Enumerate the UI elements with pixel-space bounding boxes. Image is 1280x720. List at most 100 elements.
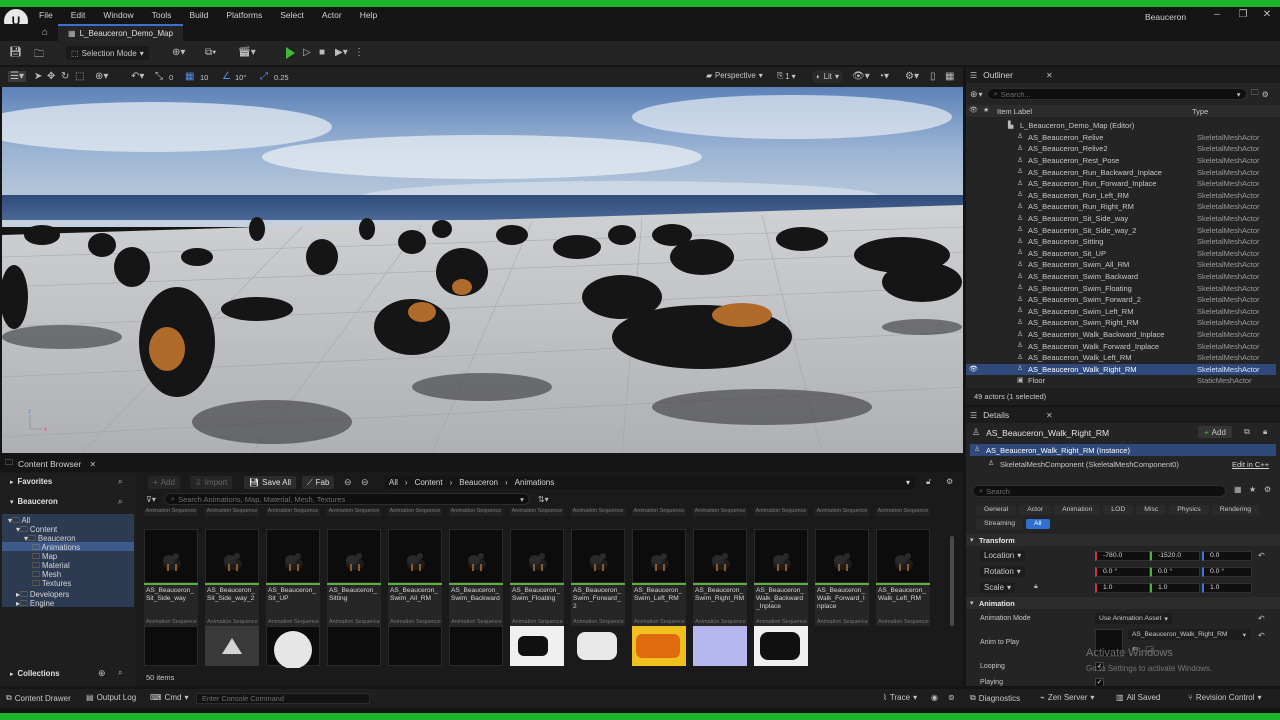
texture-thumb-4[interactable] bbox=[693, 626, 747, 666]
menu-actor[interactable]: Actor bbox=[313, 10, 351, 20]
rotation-y-field[interactable]: 0.0 ° bbox=[1150, 567, 1200, 577]
outliner-row[interactable]: 👁︎ ♙ AS_Beauceron_Walk_Right_RM SkeletalMes… bbox=[966, 363, 1276, 376]
rotation-snap-value[interactable]: 10° bbox=[235, 73, 246, 82]
cmd-dropdown[interactable]: ⌨ Cmd ▾ bbox=[150, 693, 188, 702]
show-flags-icon[interactable]: 👁︎▾ bbox=[852, 71, 870, 82]
menu-file[interactable]: File bbox=[30, 10, 62, 20]
outliner-row[interactable]: ♙ AS_Beauceron_Sit_UP SkeletalMeshActor bbox=[966, 248, 1276, 260]
snap-angle-value[interactable]: 0 bbox=[169, 73, 173, 82]
trace-dropdown[interactable]: ⌇ Trace ▾ bbox=[883, 693, 917, 702]
translate-tool-icon[interactable]: ✥ bbox=[47, 71, 55, 82]
outliner-settings-icon[interactable]: ⚙ bbox=[1262, 90, 1269, 99]
details-component-row[interactable]: ♙ SkeletalMeshComponent (SkeletalMeshCom… bbox=[970, 458, 1276, 470]
asset-thumb-row2-6[interactable] bbox=[449, 626, 503, 666]
outliner-search-input[interactable]: ⌕ Search... ▾ bbox=[986, 88, 1247, 100]
content-search-input[interactable]: ⌕ Search Animations, Map, Material, Mesh,… bbox=[163, 493, 530, 505]
asset-tile[interactable]: AS_Beauceron_Sit_UP Animation Sequence bbox=[266, 529, 320, 626]
outliner-row[interactable]: ♙ AS_Beauceron_Run_Forward_Inplace Skeleta… bbox=[966, 178, 1276, 190]
rotation-x-field[interactable]: 0.0 ° bbox=[1095, 567, 1150, 577]
path-dropdown-icon[interactable]: ▾ bbox=[906, 478, 910, 487]
asset-tile[interactable]: AS_Beauceron_Swim_All_RM Animation Sequen… bbox=[388, 529, 442, 626]
settings-icon[interactable]: ⚙▾ bbox=[905, 71, 919, 82]
outliner-row[interactable]: ♙ AS_Beauceron_Swim_Floating SkeletalMeshA… bbox=[966, 282, 1276, 294]
details-search-input[interactable]: ⌕ Search bbox=[972, 485, 1226, 497]
surface-snap-icon[interactable]: ↶▾ bbox=[131, 71, 144, 82]
tab-level-map[interactable]: ▦ L_Beauceron_Demo_Map bbox=[58, 24, 183, 41]
anim-reset-icon[interactable]: ↶ bbox=[1258, 631, 1265, 640]
split-view-icon[interactable]: ▯ bbox=[930, 71, 936, 82]
outliner-root-row[interactable]: ▙ L_Beauceron_Demo_Map (Editor) bbox=[966, 120, 1276, 132]
scale-snap-icon[interactable]: ⤢ bbox=[260, 71, 268, 82]
history-forward-icon[interactable]: ⊖ bbox=[361, 477, 369, 488]
breadcrumb-all[interactable]: All bbox=[389, 478, 398, 487]
rotate-tool-icon[interactable]: ↻ bbox=[61, 71, 69, 82]
texture-thumb-1[interactable] bbox=[510, 626, 564, 666]
column-item-label[interactable]: Item Label bbox=[997, 107, 1032, 116]
breadcrumb-animations[interactable]: Animations bbox=[515, 478, 555, 487]
add-button[interactable]: + Add bbox=[148, 476, 180, 489]
sort-icon[interactable]: ⇅▾ bbox=[538, 495, 549, 504]
menu-build[interactable]: Build bbox=[180, 10, 217, 20]
rotation-z-field[interactable]: 0.0 ° bbox=[1202, 567, 1252, 577]
scale-y-field[interactable]: 1.0 bbox=[1150, 583, 1200, 593]
property-matrix-icon[interactable]: ▦ bbox=[1234, 485, 1242, 494]
filter-tab-lod[interactable]: LOD bbox=[1103, 505, 1134, 515]
outliner-add-icon[interactable]: ⊕ bbox=[970, 89, 978, 100]
details-settings-icon[interactable]: ⚙ bbox=[1264, 485, 1271, 494]
level-viewport[interactable]: z x bbox=[2, 87, 963, 453]
asset-scrollbar[interactable] bbox=[950, 508, 956, 668]
outliner-row[interactable]: ♙ AS_Beauceron_Relive2 SkeletalMeshActor bbox=[966, 143, 1276, 155]
perspective-dropdown[interactable]: ▰ Perspective ▾ bbox=[706, 71, 763, 80]
scale-x-field[interactable]: 1.0 bbox=[1095, 583, 1150, 593]
grid-snap-value[interactable]: 10 bbox=[200, 73, 208, 82]
outliner-row[interactable]: ♙ AS_Beauceron_Walk_Backward_Inplace Skele… bbox=[966, 329, 1276, 341]
favorites-icon[interactable]: ★ bbox=[1249, 485, 1256, 494]
filter-tab-all[interactable]: All bbox=[1025, 519, 1050, 529]
scale-lock-icon[interactable]: 🔒︎ bbox=[1034, 583, 1038, 591]
outliner-row[interactable]: ♙ AS_Beauceron_Swim_All_RM SkeletalMeshAct… bbox=[966, 259, 1276, 271]
history-back-icon[interactable]: ⊖ bbox=[344, 477, 352, 488]
rotation-snap-icon[interactable]: ∠ bbox=[222, 71, 231, 82]
view-count-dropdown[interactable]: ⎘ 1 ▾ bbox=[777, 71, 796, 81]
menu-window[interactable]: Window bbox=[94, 10, 142, 20]
filter-tab-streaming[interactable]: Streaming bbox=[976, 519, 1023, 529]
asset-tile[interactable]: AS_Beauceron_Sit_Side_way_2 Animation Seq… bbox=[205, 529, 259, 626]
add-actor-icon[interactable]: ⊕▾ bbox=[172, 47, 185, 58]
details-add-button[interactable]: + Add bbox=[1198, 426, 1232, 438]
breadcrumb-content[interactable]: Content bbox=[415, 478, 443, 487]
save-all-button[interactable]: 💾︎ Save All bbox=[244, 476, 297, 489]
asset-tile[interactable]: AS_Beauceron_Walk_Backward_Inplace Animat… bbox=[754, 529, 808, 626]
select-tool-icon[interactable]: ➤ bbox=[34, 71, 42, 82]
grid-snap-icon[interactable]: ▦ bbox=[185, 71, 194, 82]
transform-section-header[interactable]: ▾ Transform bbox=[966, 534, 1280, 546]
visibility-column-icon[interactable]: 👁︎ bbox=[969, 106, 978, 114]
location-dropdown[interactable]: Location ▾ bbox=[980, 550, 1026, 561]
asset-thumb-row2-5[interactable] bbox=[388, 626, 442, 666]
lock-icon[interactable]: 🔒︎ bbox=[1263, 427, 1267, 437]
outliner-row[interactable]: ♙ AS_Beauceron_Run_Backward_Inplace Skelet… bbox=[966, 166, 1276, 178]
outliner-row[interactable]: ♙ AS_Beauceron_Swim_Backward SkeletalMeshA… bbox=[966, 271, 1276, 283]
location-z-field[interactable]: 0.0 bbox=[1202, 551, 1252, 561]
home-icon[interactable]: ⌂ bbox=[42, 27, 48, 38]
maximize-icon[interactable]: ❐ bbox=[1236, 9, 1250, 20]
outliner-row[interactable]: ▣ Floor StaticMeshActor bbox=[966, 375, 1276, 387]
favorites-section[interactable]: ▸ Favorites bbox=[10, 477, 52, 486]
asset-tile[interactable]: AS_Beauceron_Swim_Forward_2 Animation Seq… bbox=[571, 529, 625, 626]
menu-select[interactable]: Select bbox=[271, 10, 313, 20]
filter-tab-animation[interactable]: Animation bbox=[1054, 505, 1101, 515]
asset-tile[interactable]: AS_Beauceron_Swim_Left_RM Animation Seque… bbox=[632, 529, 686, 626]
lock-path-icon[interactable]: 🔓︎ bbox=[926, 477, 931, 487]
content-icon[interactable]: 🗀︎ bbox=[34, 47, 44, 64]
tree-engine[interactable]: ▸🗀︎ Engine bbox=[16, 598, 54, 611]
filter-tab-actor[interactable]: Actor bbox=[1019, 505, 1052, 515]
outliner-row[interactable]: ♙ AS_Beauceron_Walk_Forward_Inplace Skelet… bbox=[966, 340, 1276, 352]
location-reset-icon[interactable]: ↶ bbox=[1258, 551, 1265, 560]
filter-tab-physics[interactable]: Physics bbox=[1169, 505, 1209, 515]
texture-thumb-3[interactable] bbox=[632, 626, 686, 666]
outliner-row[interactable]: ♙ AS_Beauceron_Sit_Side_way SkeletalMeshAc… bbox=[966, 213, 1276, 225]
texture-thumb-2[interactable] bbox=[571, 626, 625, 666]
texture-thumb-5[interactable] bbox=[754, 626, 808, 666]
fab-button[interactable]: ⟋ Fab bbox=[302, 476, 335, 489]
asset-tile[interactable]: AS_Beauceron_Sit_Side_way Animation Seque… bbox=[144, 529, 198, 626]
scale-tool-icon[interactable]: ⬚ bbox=[75, 71, 84, 82]
